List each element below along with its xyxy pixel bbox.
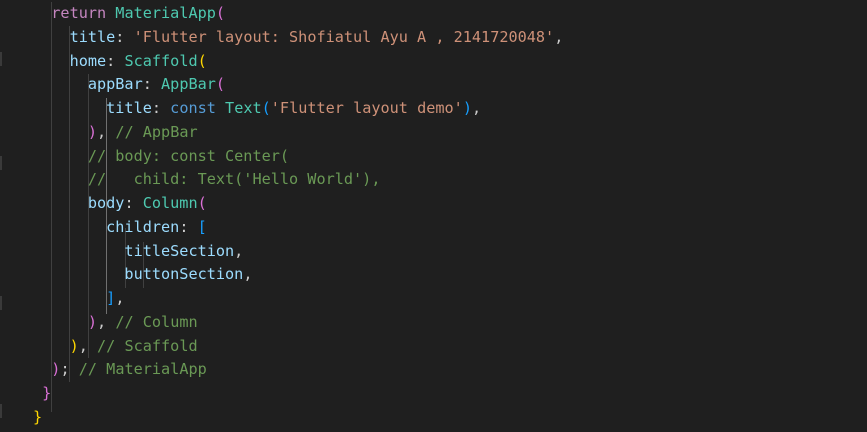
code-line[interactable]: children: [ [33, 216, 867, 240]
code-token: ( [215, 75, 226, 94]
code-token: Text [225, 99, 262, 117]
code-line[interactable]: } [33, 406, 867, 430]
code-editor[interactable]: return MaterialApp( title: 'Flutter layo… [0, 0, 867, 432]
code-line[interactable]: ); // MaterialApp [33, 358, 867, 382]
code-line[interactable]: title: const Text('Flutter layout demo')… [33, 97, 867, 121]
code-line[interactable]: // body: const Center( [33, 145, 867, 169]
code-line[interactable]: titleSection, [33, 240, 867, 264]
code-token: , [554, 27, 564, 46]
code-token: : [124, 194, 143, 212]
code-token: , [234, 241, 244, 260]
code-line[interactable]: // child: Text('Hello World'), [33, 168, 867, 192]
code-token: , [115, 289, 125, 307]
code-token: } [42, 384, 52, 402]
code-token: appBar [33, 75, 143, 94]
code-line[interactable]: ), // Scaffold [33, 335, 867, 359]
code-token: // body: const Center( [33, 146, 290, 165]
code-token: ) [69, 336, 79, 355]
code-token: // MaterialApp [78, 360, 207, 379]
code-token: [ [197, 217, 207, 236]
code-token: Column [142, 194, 198, 212]
code-token: buttonSection [33, 265, 244, 284]
code-token: ( [215, 4, 226, 22]
code-token: 'Flutter layout demo' [270, 99, 463, 117]
code-token: : [106, 51, 125, 70]
gutter-marker [0, 404, 2, 418]
code-token: ) [87, 122, 98, 141]
code-line[interactable]: appBar: AppBar( [33, 73, 867, 97]
code-token: , [471, 99, 482, 117]
code-token: AppBar [161, 75, 216, 94]
gutter-marker [0, 156, 2, 170]
code-token: , [78, 336, 98, 355]
code-token: , [97, 312, 116, 331]
code-token: home [33, 51, 107, 70]
code-token: title [33, 99, 152, 117]
code-token: , [97, 122, 116, 141]
code-token: : [179, 217, 198, 236]
code-token: // child: Text('Hello World'), [33, 170, 381, 189]
code-token: // Scaffold [97, 336, 198, 355]
code-token: return [33, 4, 116, 22]
code-line[interactable]: title: 'Flutter layout: Shofiatul Ayu A … [33, 26, 867, 50]
gutter-marker [0, 52, 2, 66]
code-token: Scaffold [124, 51, 198, 70]
code-line[interactable]: home: Scaffold( [33, 50, 867, 74]
code-token: ( [197, 194, 207, 212]
code-token: , [243, 265, 253, 284]
code-token: 'Flutter layout: Shofiatul Ayu A , 21417… [133, 27, 555, 46]
code-token: ) [462, 99, 472, 117]
code-token: ] [106, 289, 116, 307]
code-token: // Column [115, 312, 198, 331]
code-token: const [170, 99, 226, 117]
code-area[interactable]: return MaterialApp( title: 'Flutter layo… [33, 2, 867, 432]
code-token: // AppBar [115, 122, 198, 141]
code-line[interactable]: ], [33, 287, 867, 311]
code-token: ( [197, 51, 207, 70]
code-token: : [115, 27, 134, 46]
code-line[interactable]: return MaterialApp( [33, 2, 867, 26]
code-lines: return MaterialApp( title: 'Flutter layo… [33, 2, 867, 430]
code-line[interactable]: ), // Column [33, 311, 867, 335]
code-token: children [33, 217, 180, 236]
code-token: body [33, 194, 125, 212]
code-token: ( [261, 99, 271, 117]
code-token: titleSection [33, 241, 235, 260]
code-line[interactable]: buttonSection, [33, 263, 867, 287]
code-token: : [151, 99, 171, 117]
gutter-marker [0, 296, 2, 310]
code-line[interactable]: body: Column( [33, 192, 867, 216]
code-token: ) [87, 312, 98, 331]
code-token: } [33, 407, 43, 426]
code-token: : [142, 75, 162, 94]
code-line[interactable]: } [33, 382, 867, 406]
code-token: title [33, 27, 116, 46]
code-token: MaterialApp [115, 4, 216, 22]
code-line[interactable]: ), // AppBar [33, 121, 867, 145]
code-token: ; [60, 360, 79, 379]
